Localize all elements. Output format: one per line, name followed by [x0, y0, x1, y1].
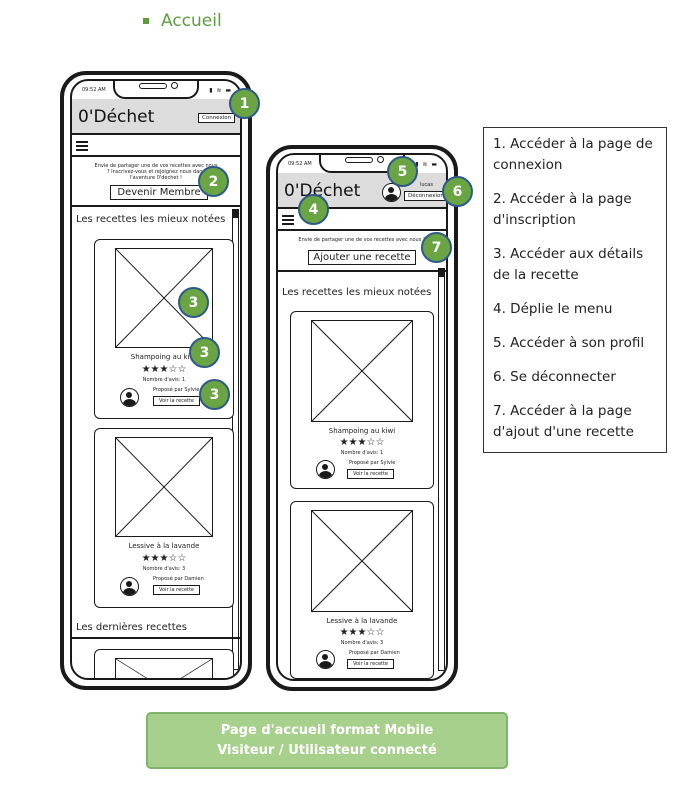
legend-box: 1. Accéder à la page de connexion 2. Acc…: [483, 127, 667, 453]
author-name: Proposé par Sylvie: [349, 460, 396, 466]
rating-stars: ★★★☆☆: [141, 553, 187, 564]
author-name: Proposé par Damien: [153, 576, 204, 582]
caption-line-2: Visiteur / Utilisateur connecté: [217, 742, 437, 758]
phone-visitor: 09:52 AM ▮ ≋ ▬ 0'Déchet Connexion Envie …: [60, 71, 252, 690]
scrollbar[interactable]: [438, 268, 445, 671]
recipe-card: Lessive à la lavande ★★★☆☆ Nombre d'avis…: [94, 428, 234, 608]
phone-user: 09:52 AM ▮ ≋ ▬ 0'Déchet lucas Déconnexio…: [266, 145, 458, 691]
legend-item: 5. Accéder à son profil: [493, 335, 645, 351]
view-recipe-button[interactable]: Voir la recette: [347, 659, 395, 669]
marker-3: 3: [189, 337, 220, 368]
review-count: Nombre d'avis: 3: [340, 640, 384, 646]
marker-4: 4: [298, 194, 329, 225]
author-avatar-icon: [316, 650, 335, 669]
status-time: 09:52 AM: [82, 87, 106, 93]
recipe-title: Lessive à la lavande: [128, 542, 200, 550]
rating-stars: ★★★☆☆: [339, 437, 385, 448]
status-time: 09:52 AM: [288, 161, 312, 167]
marker-3: 3: [178, 287, 209, 318]
view-recipe-button[interactable]: Voir la recette: [153, 585, 201, 595]
recipe-image-placeholder: [115, 658, 213, 678]
signal-wifi-battery-icon: ▮ ≋ ▬: [209, 86, 232, 94]
legend-item: 1. Accéder à la page de connexion: [493, 136, 653, 173]
legend-item: 2. Accéder à la page d'inscription: [493, 191, 632, 228]
view-recipe-button[interactable]: Voir la recette: [347, 469, 395, 479]
signup-button[interactable]: Devenir Membre: [110, 185, 208, 200]
author-avatar-icon: [120, 577, 139, 596]
recipe-image-placeholder: [311, 510, 413, 612]
hamburger-menu-icon[interactable]: [76, 139, 88, 153]
caption-box: Page d'accueil format Mobile Visiteur / …: [146, 712, 508, 769]
recipe-card: [94, 649, 234, 678]
recipe-card: Lessive à la lavande ★★★☆☆ Nombre d'avis…: [290, 501, 434, 679]
view-recipe-button[interactable]: Voir la recette: [153, 396, 201, 406]
top-recipes-heading: Les recettes les mieux notées: [76, 214, 226, 225]
legend-item: 6. Se déconnecter: [493, 369, 616, 385]
recipe-title: Shampoing au kiwi: [328, 427, 396, 435]
marker-6: 6: [442, 176, 473, 207]
legend-item: 7. Accéder à la page d'ajout d'une recet…: [493, 403, 634, 440]
add-recipe-button[interactable]: Ajouter une recette: [308, 250, 416, 265]
marker-5: 5: [387, 156, 418, 187]
status-bar: 09:52 AM ▮ ≋ ▬: [82, 83, 232, 97]
legend-item: 3. Accéder aux détails de la recette: [493, 246, 644, 283]
login-button[interactable]: Connexion: [198, 113, 236, 123]
section-title: Accueil: [161, 11, 222, 31]
marker-7: 7: [421, 232, 452, 263]
recipe-image-placeholder: [115, 437, 213, 537]
author-avatar-icon: [120, 388, 139, 407]
username[interactable]: lucas: [420, 182, 433, 188]
bullet-icon: [143, 18, 149, 24]
marker-1: 1: [229, 88, 260, 119]
caption-line-1: Page d'accueil format Mobile: [220, 722, 434, 738]
section-header: Accueil: [143, 11, 222, 31]
top-recipes-heading: Les recettes les mieux notées: [282, 287, 432, 298]
signal-wifi-battery-icon: ▮ ≋ ▬: [415, 160, 438, 168]
review-count: Nombre d'avis: 1: [340, 450, 384, 456]
review-count: Nombre d'avis: 3: [142, 566, 186, 572]
brand-logo: 0'Déchet: [78, 107, 155, 127]
recipe-image-placeholder: [311, 320, 413, 422]
recipe-card: Shampoing au kiwi ★★★☆☆ Nombre d'avis: 1…: [290, 311, 434, 489]
author-name: Proposé par Damien: [349, 650, 400, 656]
legend-item: 4. Déplie le menu: [493, 301, 613, 317]
app-header: 0'Déchet Connexion: [72, 99, 240, 135]
rating-stars: ★★★☆☆: [141, 364, 187, 375]
latest-recipes-heading: Les dernières recettes: [76, 622, 187, 633]
author-avatar-icon: [316, 460, 335, 479]
hamburger-menu-icon[interactable]: [282, 213, 294, 227]
marker-2: 2: [198, 166, 229, 197]
rating-stars: ★★★☆☆: [339, 627, 385, 638]
author-name: Proposé par Sylvie: [153, 387, 200, 393]
recipe-title: Lessive à la lavande: [326, 617, 398, 625]
marker-3: 3: [199, 379, 230, 410]
